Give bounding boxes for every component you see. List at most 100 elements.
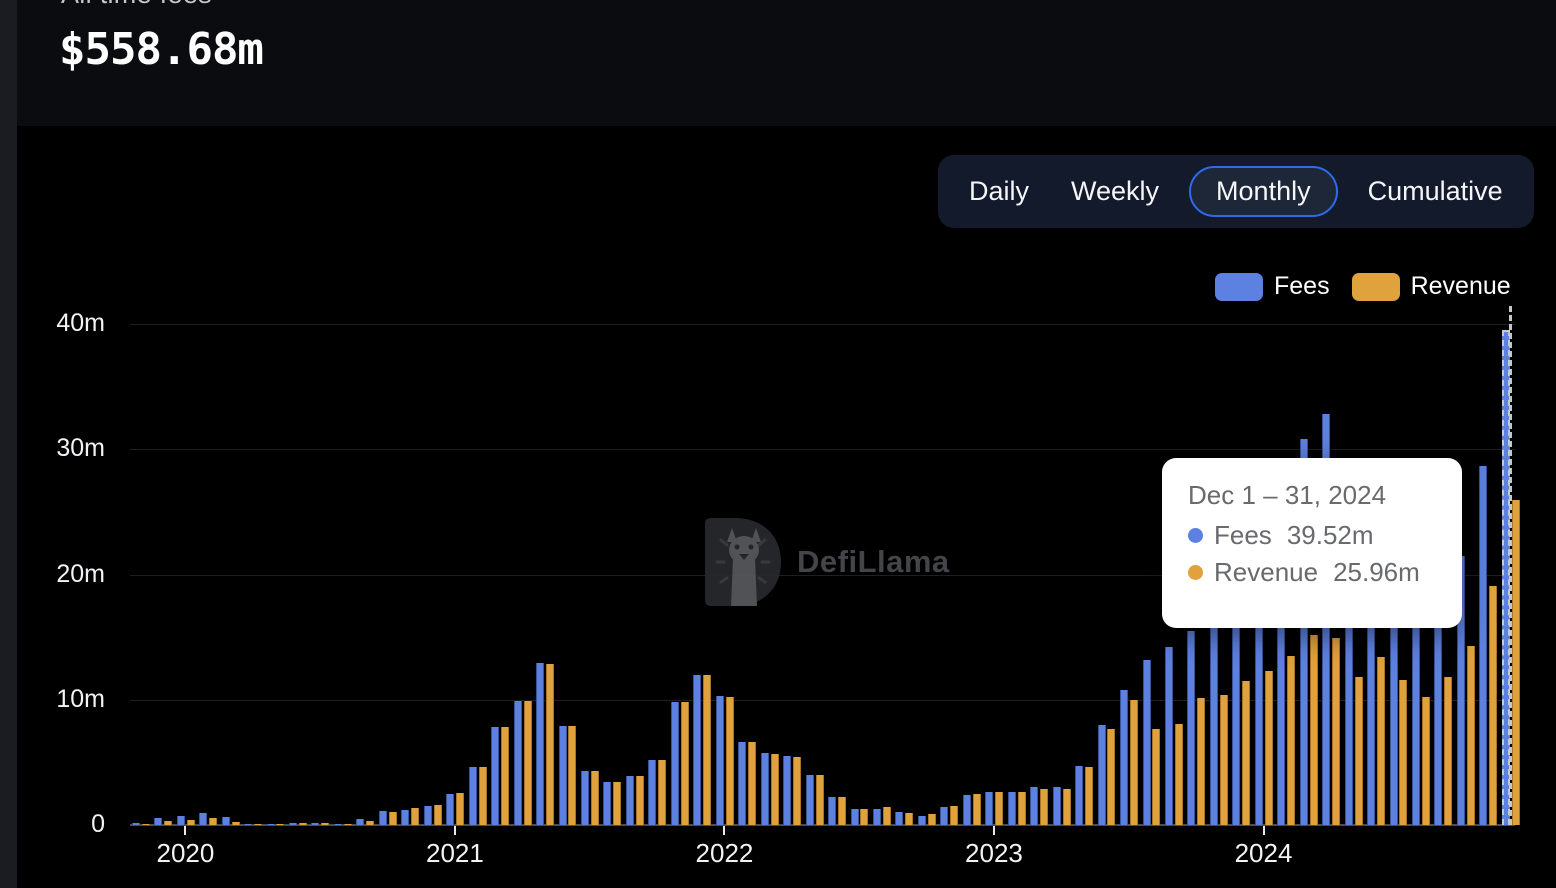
bar-revenue-2020-04[interactable]: [254, 823, 262, 825]
bar-fees-2023-10[interactable]: [1187, 630, 1196, 825]
bar-revenue-2022-03[interactable]: [770, 753, 779, 825]
bar-revenue-2021-05[interactable]: [545, 664, 554, 825]
bar-fees-2020-06[interactable]: [289, 823, 298, 825]
bar-revenue-2020-08[interactable]: [343, 823, 352, 825]
bar-fees-2021-04[interactable]: [513, 701, 522, 825]
bar-fees-2024-08[interactable]: [1412, 604, 1421, 825]
bar-fees-2021-01[interactable]: [446, 793, 455, 825]
bar-revenue-2021-12[interactable]: [703, 675, 712, 825]
bar-revenue-2024-02[interactable]: [1287, 655, 1296, 825]
bar-revenue-2023-11[interactable]: [1219, 694, 1228, 825]
bar-fees-2022-10[interactable]: [917, 816, 926, 825]
bar-fees-2022-09[interactable]: [895, 812, 904, 825]
bar-revenue-2024-07[interactable]: [1399, 679, 1408, 825]
bar-fees-2024-11[interactable]: [1479, 465, 1488, 825]
bar-fees-2022-06[interactable]: [828, 797, 837, 825]
bar-revenue-2021-01[interactable]: [456, 793, 465, 825]
bar-fees-2021-07[interactable]: [581, 771, 589, 825]
bar-revenue-2023-06[interactable]: [1107, 728, 1116, 825]
bar-revenue-2024-06[interactable]: [1377, 657, 1385, 825]
bar-revenue-2022-09[interactable]: [905, 813, 914, 825]
bar-revenue-2021-03[interactable]: [501, 727, 510, 825]
bar-fees-2021-02[interactable]: [468, 767, 477, 825]
bar-revenue-2022-12[interactable]: [972, 793, 981, 825]
bar-fees-2022-01[interactable]: [715, 695, 724, 825]
tab-monthly[interactable]: Monthly: [1189, 166, 1338, 217]
bar-revenue-2020-02[interactable]: [209, 818, 218, 825]
bar-fees-2024-05[interactable]: [1344, 600, 1353, 825]
bar-revenue-2024-09[interactable]: [1444, 677, 1453, 825]
bar-revenue-2023-04[interactable]: [1062, 788, 1071, 825]
bar-fees-2022-05[interactable]: [805, 774, 814, 825]
bar-fees-2020-09[interactable]: [356, 819, 365, 825]
bar-revenue-2021-10[interactable]: [658, 759, 667, 825]
bar-revenue-2022-07[interactable]: [860, 808, 869, 825]
bar-fees-2020-07[interactable]: [311, 823, 320, 825]
bar-fees-2022-08[interactable]: [872, 808, 881, 825]
bar-fees-2023-08[interactable]: [1142, 659, 1151, 825]
bar-revenue-2023-01[interactable]: [995, 792, 1004, 825]
bar-revenue-2023-05[interactable]: [1085, 767, 1094, 825]
bar-revenue-2022-04[interactable]: [793, 757, 802, 825]
bar-revenue-2022-05[interactable]: [815, 774, 824, 825]
bar-revenue-2022-08[interactable]: [882, 807, 891, 825]
legend-item-revenue[interactable]: Revenue: [1351, 272, 1511, 301]
bar-revenue-2024-05[interactable]: [1354, 677, 1363, 825]
bar-fees-2021-08[interactable]: [603, 782, 612, 825]
bar-revenue-2023-09[interactable]: [1174, 723, 1183, 825]
bar-revenue-2020-06[interactable]: [298, 823, 307, 825]
bar-revenue-2023-08[interactable]: [1152, 729, 1161, 825]
bar-fees-2023-07[interactable]: [1120, 689, 1129, 825]
bar-fees-2023-01[interactable]: [985, 792, 994, 825]
bar-fees-2024-07[interactable]: [1389, 607, 1398, 825]
bar-fees-2020-02[interactable]: [199, 813, 208, 825]
bar-fees-2022-11[interactable]: [940, 806, 949, 825]
legend-item-fees[interactable]: Fees: [1215, 272, 1330, 301]
bar-fees-2021-06[interactable]: [558, 726, 567, 825]
bar-revenue-2024-08[interactable]: [1421, 697, 1430, 825]
bar-revenue-2022-11[interactable]: [950, 806, 959, 825]
bar-revenue-2022-06[interactable]: [837, 797, 846, 825]
bar-revenue-2023-12[interactable]: [1242, 680, 1251, 825]
bar-revenue-2020-07[interactable]: [321, 823, 330, 825]
bar-fees-2023-05[interactable]: [1075, 765, 1084, 825]
bar-revenue-2020-03[interactable]: [231, 821, 240, 825]
bar-fees-2023-09[interactable]: [1164, 647, 1173, 825]
bar-fees-2020-12[interactable]: [423, 806, 432, 825]
bar-revenue-2021-07[interactable]: [590, 771, 599, 825]
bar-fees-2020-11[interactable]: [401, 809, 410, 825]
bar-fees-2023-02[interactable]: [1007, 792, 1016, 825]
bar-revenue-2021-02[interactable]: [478, 767, 487, 825]
bar-revenue-2024-11[interactable]: [1489, 585, 1498, 825]
bar-revenue-2024-01[interactable]: [1264, 670, 1273, 825]
bar-revenue-2021-09[interactable]: [635, 776, 644, 825]
bar-revenue-2022-02[interactable]: [748, 742, 757, 825]
bar-fees-2019-12[interactable]: [154, 818, 163, 825]
bar-revenue-2021-06[interactable]: [568, 726, 577, 825]
bar-fees-2021-12[interactable]: [693, 674, 702, 825]
bar-revenue-2020-05[interactable]: [276, 824, 285, 825]
bar-revenue-2019-12[interactable]: [164, 821, 173, 825]
bar-revenue-2022-10[interactable]: [927, 814, 936, 825]
bar-fees-2020-05[interactable]: [266, 824, 275, 825]
bar-revenue-2020-11[interactable]: [411, 808, 420, 825]
bar-revenue-2023-10[interactable]: [1197, 698, 1206, 825]
tab-daily[interactable]: Daily: [948, 176, 1050, 207]
bar-fees-2021-03[interactable]: [491, 727, 500, 825]
bar-revenue-2020-01[interactable]: [186, 819, 195, 825]
bar-fees-2020-01[interactable]: [176, 815, 185, 825]
bar-revenue-2021-08[interactable]: [613, 782, 622, 825]
bar-fees-2019-11[interactable]: [131, 823, 140, 825]
bar-revenue-2020-10[interactable]: [388, 812, 397, 825]
bar-fees-2020-08[interactable]: [333, 823, 342, 825]
bar-fees-2022-07[interactable]: [850, 808, 859, 825]
bar-fees-2022-03[interactable]: [760, 752, 769, 825]
bar-revenue-2020-12[interactable]: [433, 804, 442, 825]
bar-revenue-2023-02[interactable]: [1017, 792, 1026, 825]
tab-cumulative[interactable]: Cumulative: [1347, 176, 1524, 207]
bar-revenue-2022-01[interactable]: [725, 696, 734, 825]
tab-weekly[interactable]: Weekly: [1050, 176, 1180, 207]
bar-fees-2021-10[interactable]: [648, 759, 657, 825]
bar-revenue-2024-10[interactable]: [1466, 645, 1475, 825]
bar-fees-2022-04[interactable]: [783, 756, 792, 825]
